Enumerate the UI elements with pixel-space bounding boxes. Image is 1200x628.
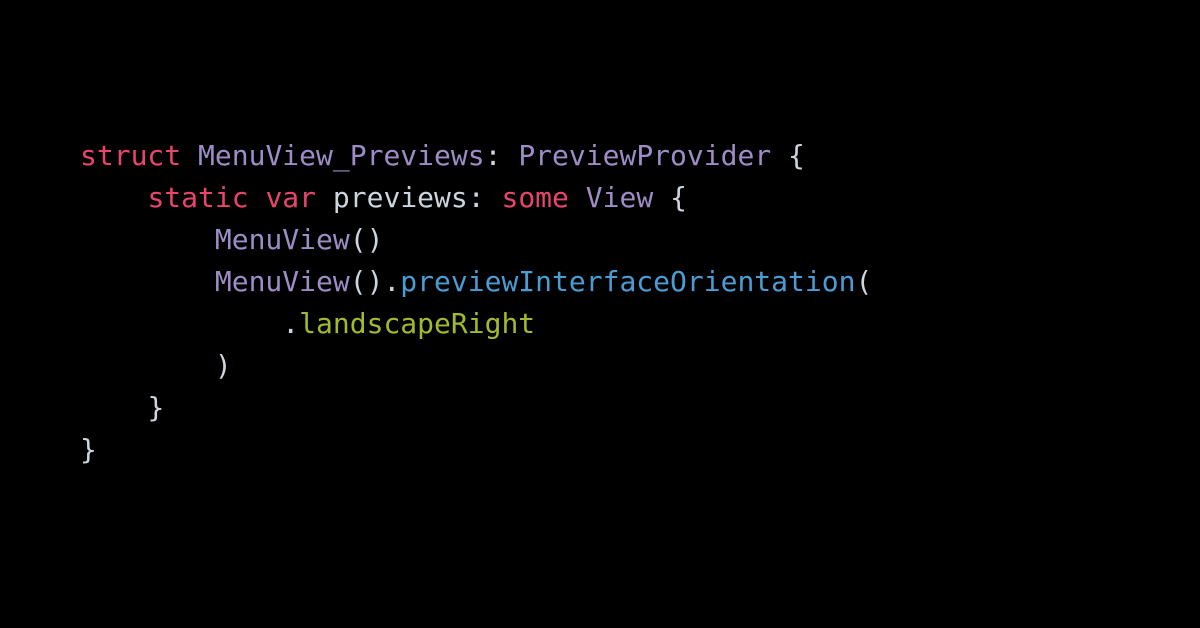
paren-open: (	[855, 265, 872, 298]
code-line-3: MenuView()	[80, 223, 383, 256]
property-name: previews	[333, 181, 468, 214]
type-name: MenuView_Previews	[198, 139, 485, 172]
keyword-some: some	[501, 181, 568, 214]
keyword-var: var	[265, 181, 316, 214]
brace-close: }	[80, 433, 97, 466]
type-call: MenuView	[215, 265, 350, 298]
paren-close: )	[215, 349, 232, 382]
dot: .	[282, 307, 299, 340]
code-line-2: static var previews: some View {	[80, 181, 687, 214]
enum-case: landscapeRight	[299, 307, 535, 340]
code-line-8: }	[80, 433, 97, 466]
method-call: previewInterfaceOrientation	[400, 265, 855, 298]
code-line-6: )	[80, 349, 232, 382]
brace-open: {	[670, 181, 687, 214]
brace-close: }	[147, 391, 164, 424]
parens-dot: ().	[350, 265, 401, 298]
code-line-5: .landscapeRight	[80, 307, 535, 340]
colon: :	[485, 139, 502, 172]
colon: :	[468, 181, 485, 214]
brace-open: {	[788, 139, 805, 172]
keyword-static: static	[147, 181, 248, 214]
type-view: View	[586, 181, 653, 214]
type-call: MenuView	[215, 223, 350, 256]
code-line-7: }	[80, 391, 164, 424]
keyword-struct: struct	[80, 139, 181, 172]
code-line-1: struct MenuView_Previews: PreviewProvide…	[80, 139, 805, 172]
protocol-name: PreviewProvider	[518, 139, 771, 172]
code-line-4: MenuView().previewInterfaceOrientation(	[80, 265, 872, 298]
code-block: struct MenuView_Previews: PreviewProvide…	[0, 0, 1200, 471]
parens: ()	[350, 223, 384, 256]
